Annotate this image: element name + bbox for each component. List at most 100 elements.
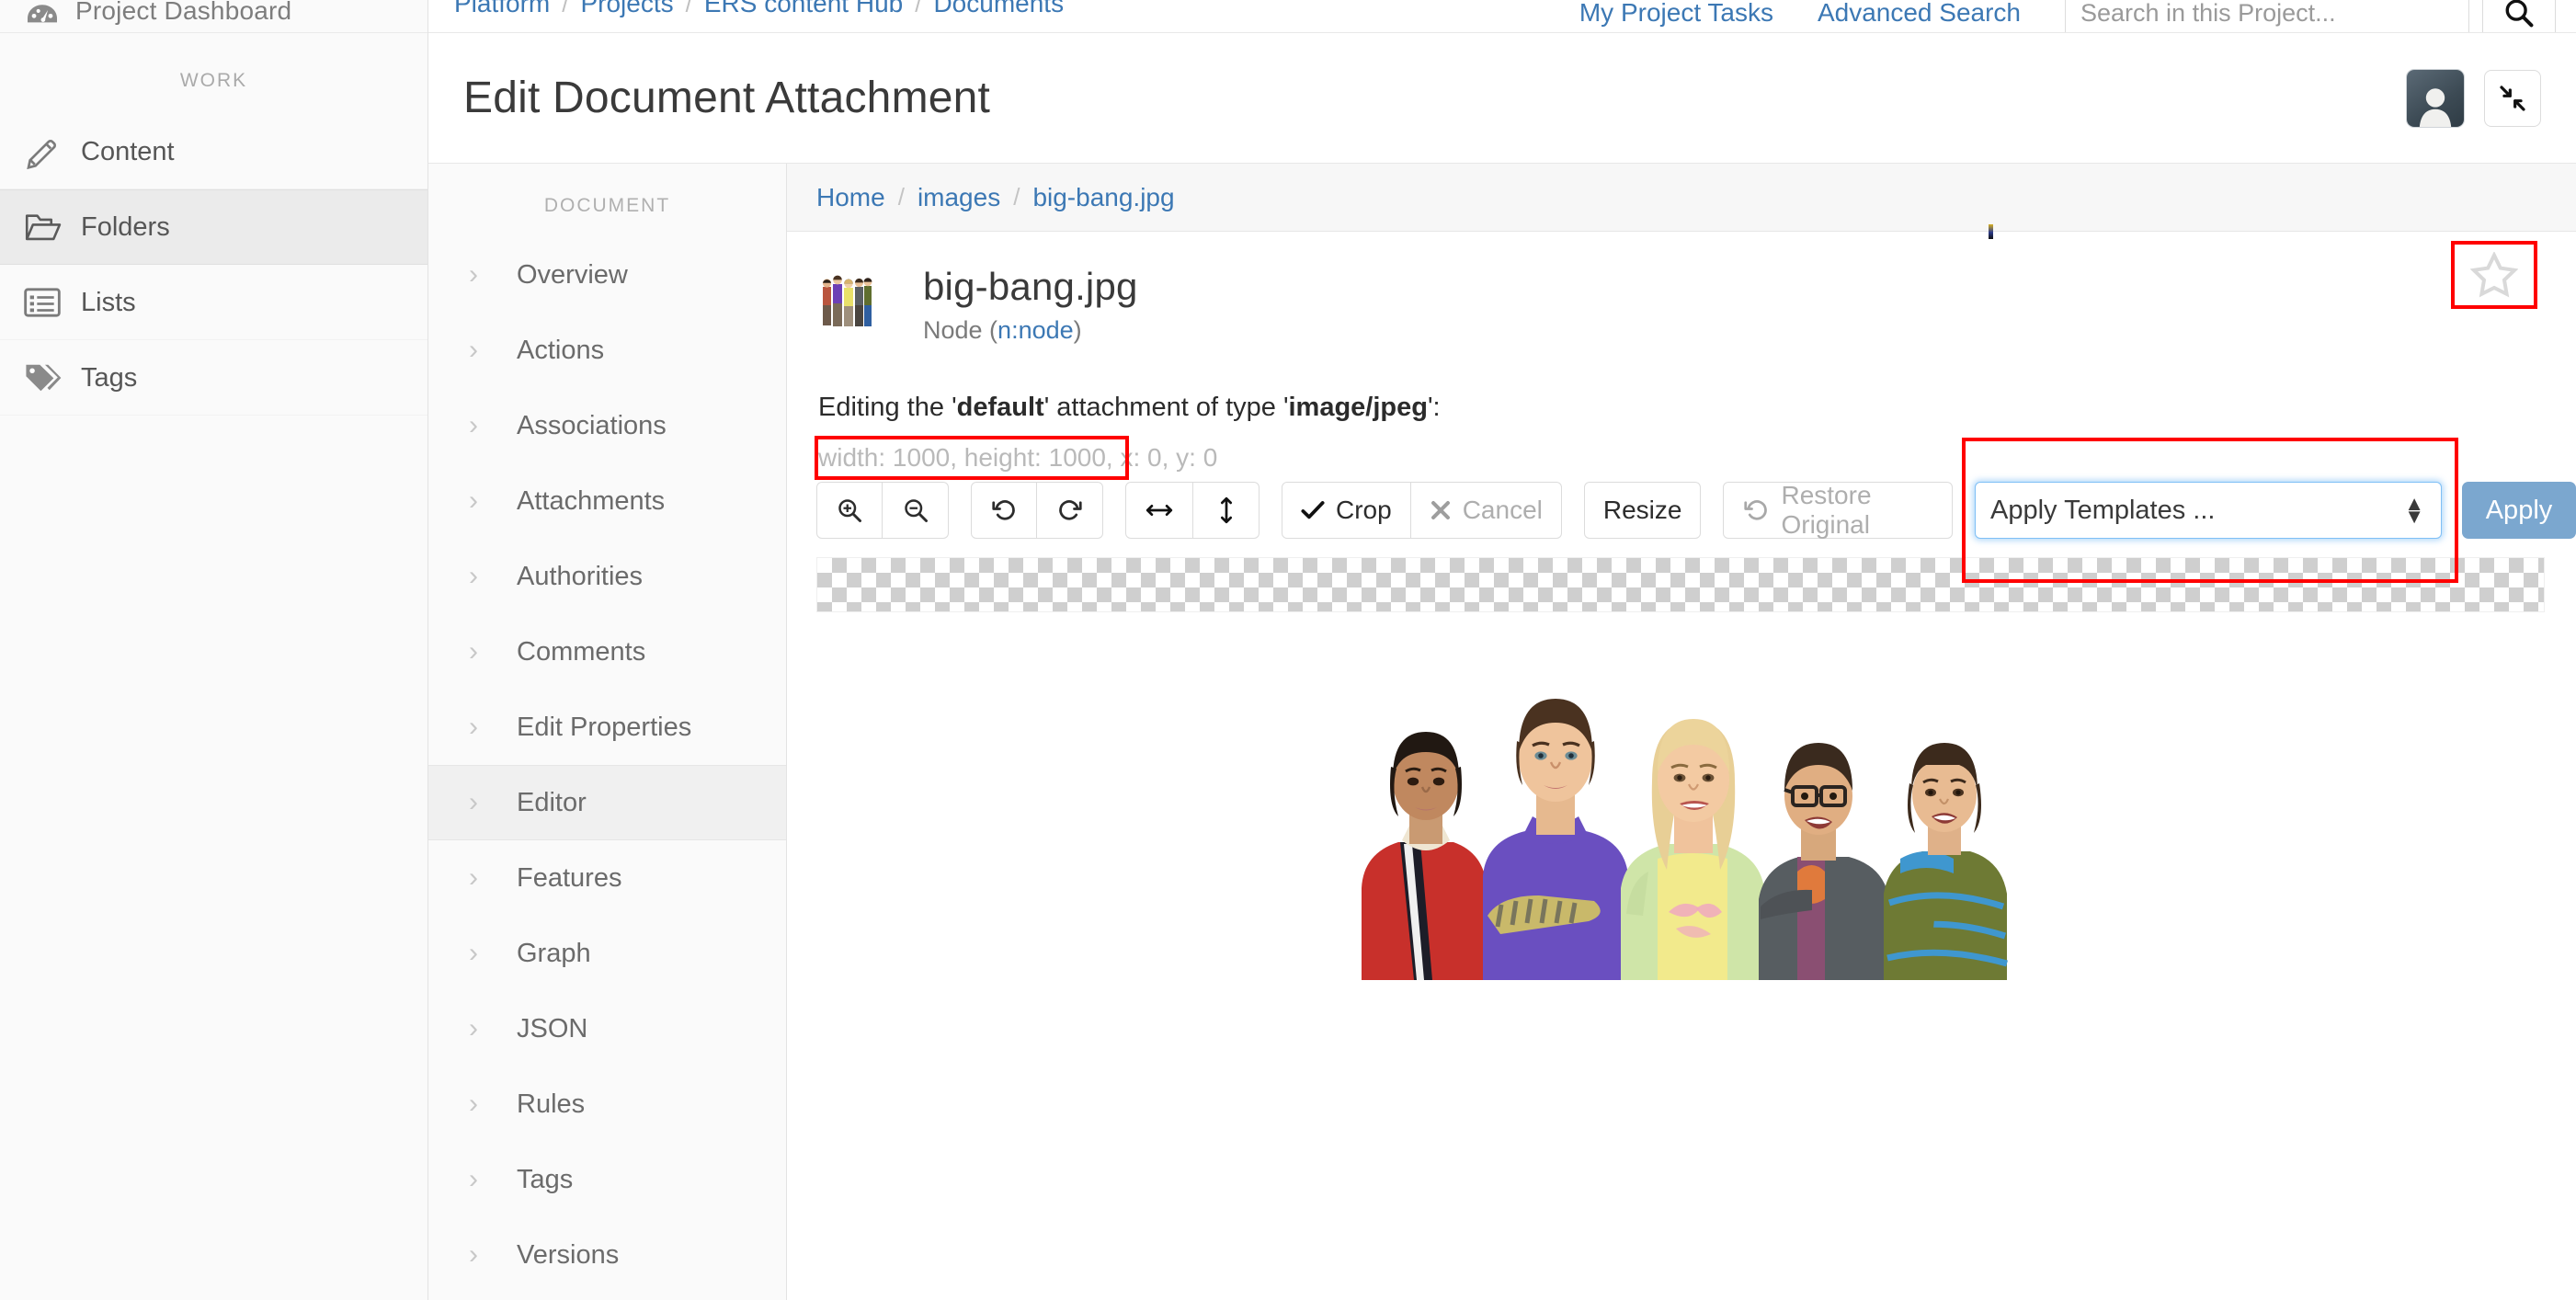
my-project-tasks-link[interactable]: My Project Tasks bbox=[1579, 0, 1773, 28]
flip-vertical-icon bbox=[1214, 496, 1239, 525]
resize-button[interactable]: Resize bbox=[1583, 482, 1702, 539]
docnav-item-actions[interactable]: › Actions bbox=[428, 313, 786, 388]
content-breadcrumb-images[interactable]: images bbox=[918, 183, 1000, 212]
node-type-prefix: Node ( bbox=[923, 316, 998, 344]
pencil-icon bbox=[24, 133, 81, 170]
breadcrumb-item-documents[interactable]: Documents bbox=[933, 0, 1064, 18]
chevron-right-icon: › bbox=[469, 410, 478, 440]
dimensions-readout: width: 1000, height: 1000, x: 0, y: 0 bbox=[787, 423, 2576, 480]
content-breadcrumb-home[interactable]: Home bbox=[816, 183, 885, 212]
file-node-type: Node (n:node) bbox=[923, 316, 1138, 345]
rotate-left-button[interactable] bbox=[971, 482, 1037, 539]
docnav-item-edit-properties[interactable]: › Edit Properties bbox=[428, 690, 786, 765]
sidebar-section-label: WORK bbox=[179, 70, 248, 91]
search-input[interactable]: Search in this Project... bbox=[2065, 0, 2469, 32]
sidebar-item-label: Content bbox=[81, 136, 175, 166]
check-icon bbox=[1301, 499, 1325, 521]
docnav-item-editor[interactable]: › Editor bbox=[428, 765, 786, 840]
docnav-item-json[interactable]: › JSON bbox=[428, 991, 786, 1066]
docnav-item-label: Rules bbox=[517, 1089, 586, 1119]
crop-cancel-group: Crop Cancel bbox=[1282, 482, 1562, 539]
docnav-item-label: Features bbox=[517, 862, 622, 893]
cancel-button[interactable]: Cancel bbox=[1410, 482, 1562, 539]
breadcrumb-item-ers-content-hub[interactable]: ERS content Hub bbox=[704, 0, 903, 18]
top-bar: Platform / Projects / ERS content Hub / … bbox=[428, 0, 2576, 33]
docnav-item-comments[interactable]: › Comments bbox=[428, 614, 786, 690]
render-artifact bbox=[1989, 224, 1993, 239]
sidebar-item-lists[interactable]: Lists bbox=[0, 265, 427, 340]
flip-horizontal-button[interactable] bbox=[1125, 482, 1193, 539]
apply-button[interactable]: Apply bbox=[2462, 482, 2576, 539]
restore-icon bbox=[1742, 496, 1770, 524]
sidebar-item-project-dashboard[interactable]: Project Dashboard bbox=[0, 0, 427, 33]
sidebar-item-folders[interactable]: Folders bbox=[0, 189, 427, 265]
docnav-item-authorities[interactable]: › Authorities bbox=[428, 539, 786, 614]
sidebar-item-content[interactable]: Content bbox=[0, 114, 427, 189]
breadcrumb: Platform / Projects / ERS content Hub / … bbox=[454, 0, 1064, 18]
x-icon bbox=[1430, 499, 1452, 521]
zoom-out-icon bbox=[902, 496, 929, 524]
breadcrumb-item-projects[interactable]: Projects bbox=[580, 0, 673, 18]
favorite-button-highlight bbox=[2451, 241, 2537, 309]
crop-button-label: Crop bbox=[1336, 496, 1392, 524]
content-breadcrumb-file[interactable]: big-bang.jpg bbox=[1032, 183, 1174, 212]
star-outline-icon[interactable] bbox=[2470, 252, 2518, 298]
breadcrumb-item-platform[interactable]: Platform bbox=[454, 0, 550, 18]
editing-middle: ' attachment of type ' bbox=[1043, 393, 1289, 422]
docnav-item-graph[interactable]: › Graph bbox=[428, 916, 786, 991]
chevron-right-icon: › bbox=[469, 485, 478, 516]
editor-toolbar: Crop Cancel Resize Restore Original Appl… bbox=[787, 438, 2576, 583]
user-avatar-icon bbox=[2411, 85, 2459, 127]
node-type-link[interactable]: n:node bbox=[997, 316, 1074, 344]
restore-original-label: Restore Original bbox=[1781, 481, 1872, 539]
avatar[interactable] bbox=[2407, 69, 2464, 127]
rotate-right-button[interactable] bbox=[1037, 482, 1103, 539]
document-nav: DOCUMENT › Overview › Actions › Associat… bbox=[428, 164, 787, 1300]
restore-original-group: Restore Original bbox=[1723, 481, 1953, 539]
list-icon bbox=[24, 288, 81, 317]
docnav-item-overview[interactable]: › Overview bbox=[428, 237, 786, 313]
attachment-image[interactable] bbox=[1345, 612, 2016, 980]
zoom-out-button[interactable] bbox=[883, 482, 949, 539]
apply-templates-select[interactable]: Apply Templates ... ▲ ▼ bbox=[1975, 482, 2442, 539]
apply-button-label: Apply bbox=[2485, 495, 2553, 525]
breadcrumb-separator: / bbox=[562, 0, 569, 17]
body-row: DOCUMENT › Overview › Actions › Associat… bbox=[428, 164, 2576, 1300]
search-icon bbox=[2503, 0, 2535, 29]
docnav-item-associations[interactable]: › Associations bbox=[428, 388, 786, 463]
docnav-item-versions[interactable]: › Versions bbox=[428, 1217, 786, 1293]
restore-original-button[interactable]: Restore Original bbox=[1723, 481, 1953, 539]
zoom-in-icon bbox=[836, 496, 863, 524]
collapse-arrows-icon bbox=[2498, 84, 2527, 113]
docnav-item-features[interactable]: › Features bbox=[428, 840, 786, 916]
chevron-right-icon: › bbox=[469, 787, 478, 817]
advanced-search-link[interactable]: Advanced Search bbox=[1818, 0, 2021, 28]
zoom-in-button[interactable] bbox=[816, 482, 883, 539]
flip-vertical-button[interactable] bbox=[1193, 482, 1260, 539]
app-root: Project Dashboard WORK Content Folders L… bbox=[0, 0, 2576, 1300]
cancel-button-label: Cancel bbox=[1462, 496, 1543, 524]
crop-button[interactable]: Crop bbox=[1282, 482, 1411, 539]
docnav-item-label: Associations bbox=[517, 410, 667, 440]
dashboard-icon bbox=[24, 2, 75, 31]
docnav-item-attachments[interactable]: › Attachments bbox=[428, 463, 786, 539]
sidebar-item-label: Folders bbox=[81, 211, 170, 242]
resize-button-label: Resize bbox=[1602, 496, 1682, 524]
search-button[interactable] bbox=[2482, 0, 2556, 32]
left-sidebar: Project Dashboard WORK Content Folders L… bbox=[0, 0, 428, 1300]
content-breadcrumb: Home / images / big-bang.jpg bbox=[787, 164, 2576, 232]
tag-icon bbox=[24, 361, 81, 394]
rotate-button-group bbox=[971, 482, 1103, 539]
sidebar-item-tags[interactable]: Tags bbox=[0, 340, 427, 416]
content-pane: Home / images / big-bang.jpg big-bang.jp… bbox=[787, 164, 2576, 1300]
breadcrumb-separator: / bbox=[915, 0, 922, 17]
editing-mime-type: image/jpeg bbox=[1288, 393, 1428, 422]
docnav-item-label: Editor bbox=[517, 787, 587, 817]
docnav-item-rules[interactable]: › Rules bbox=[428, 1066, 786, 1142]
docnav-item-label: Tags bbox=[517, 1164, 574, 1194]
collapse-button[interactable] bbox=[2484, 69, 2541, 127]
image-preview-stage[interactable] bbox=[816, 612, 2545, 980]
chevron-right-icon: › bbox=[469, 1013, 478, 1043]
file-name: big-bang.jpg bbox=[923, 265, 1138, 308]
docnav-item-tags[interactable]: › Tags bbox=[428, 1142, 786, 1217]
